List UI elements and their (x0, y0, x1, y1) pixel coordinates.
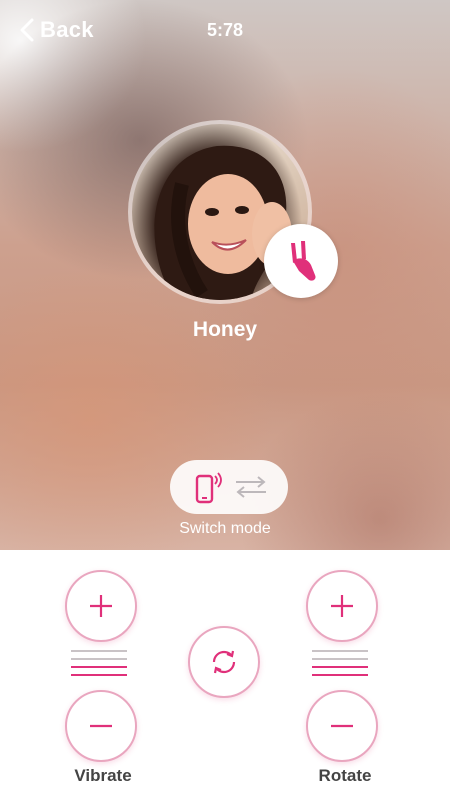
switch-mode-label: Switch mode (179, 520, 271, 537)
rabbit-vibrator-icon (291, 241, 316, 281)
toy-badge[interactable] (264, 224, 338, 298)
profile-name: Honey (192, 318, 258, 341)
sync-button[interactable] (188, 626, 260, 698)
rotate-level-indicator (312, 650, 368, 680)
vibrate-label: Vibrate (74, 766, 132, 785)
top-bar: Back 5:78 (0, 0, 450, 60)
phone-signal-icon (195, 472, 222, 504)
minus-icon (90, 724, 112, 728)
control-panel: Vibrate Rotate (0, 550, 450, 800)
rotate-label: Rotate (318, 766, 372, 785)
vibrate-decrease-button[interactable] (65, 690, 137, 762)
clock-time: 5:78 (206, 20, 244, 40)
plus-icon (331, 595, 353, 617)
rotate-decrease-button[interactable] (306, 690, 378, 762)
switch-mode-toggle[interactable] (170, 460, 288, 514)
vibrate-level-indicator (71, 650, 127, 680)
plus-icon (90, 595, 112, 617)
minus-icon (331, 724, 353, 728)
rotate-increase-button[interactable] (306, 570, 378, 642)
swap-arrows-icon (236, 476, 266, 498)
vibrate-increase-button[interactable] (65, 570, 137, 642)
refresh-icon (212, 650, 236, 674)
